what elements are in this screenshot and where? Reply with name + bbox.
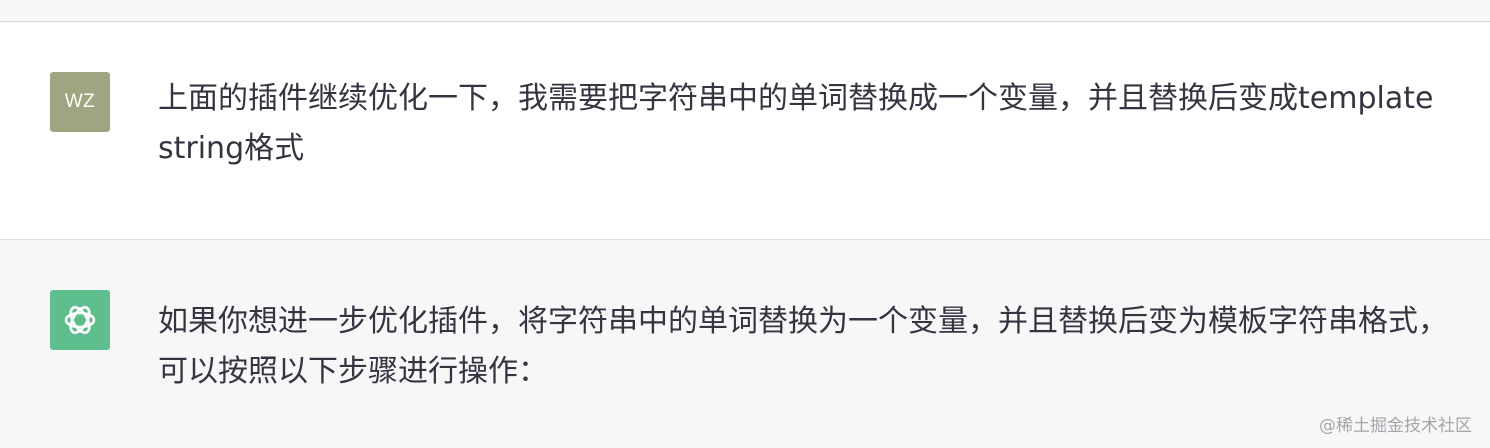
openai-logo-icon [64,306,96,334]
user-message-block: WZ 上面的插件继续优化一下，我需要把字符串中的单词替换成一个变量，并且替换后变… [0,23,1490,240]
assistant-message-text: 如果你想进一步优化插件，将字符串中的单词替换为一个变量，并且替换后变为模板字符串… [158,304,1448,389]
user-avatar: WZ [50,72,110,132]
assistant-avatar [50,290,110,350]
assistant-message-block: 如果你想进一步优化插件，将字符串中的单词替换为一个变量，并且替换后变为模板字符串… [0,241,1490,448]
site-watermark: @稀土掘金技术社区 [1319,416,1472,436]
user-message-text: 上面的插件继续优化一下，我需要把字符串中的单词替换成一个变量，并且替换后变成te… [158,81,1434,166]
previous-message-edge [0,0,1490,22]
user-avatar-initials: WZ [64,91,96,112]
